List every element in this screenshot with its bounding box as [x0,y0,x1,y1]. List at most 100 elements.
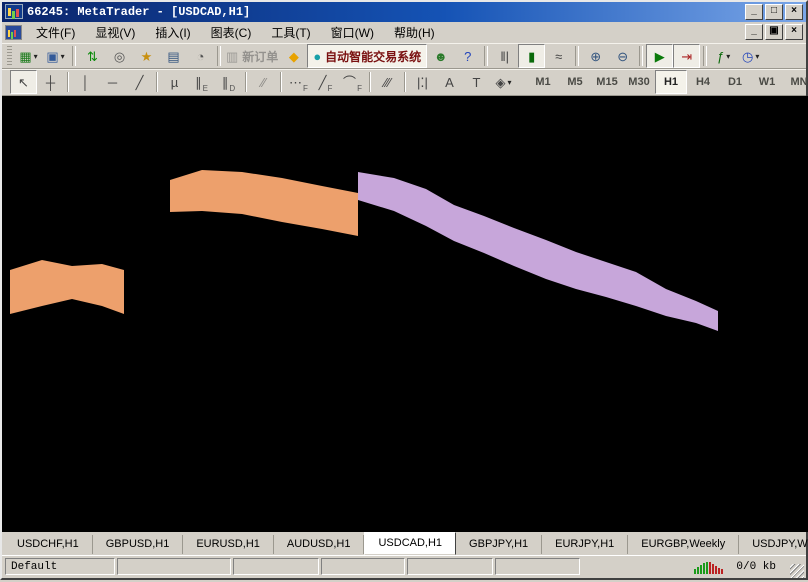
market-watch-button[interactable]: ⇅ [79,44,106,68]
text-button[interactable]: A [436,70,463,94]
expert-properties-icon: ☻ [434,50,448,63]
fibonacci-fan-button[interactable]: ╱F [312,70,339,94]
bar-chart-mode-button[interactable]: ‖| [491,44,518,68]
toolbar-separator [575,46,579,66]
status-profile: Default [5,558,115,575]
chart-tab-gbpjpy-h1[interactable]: GBPJPY,H1 [456,535,542,554]
chart-restore-button[interactable]: ▣ [765,24,783,40]
chart-tab-usdchf-h1[interactable]: USDCHF,H1 [4,535,93,554]
gann-fan-button[interactable]: ⁄⁄ [250,70,277,94]
indicators-list-icon: ƒ [717,50,724,63]
chart-tab-eurgbp-weekly[interactable]: EURGBP,Weekly [628,535,739,554]
chart-tab-eurjpy-h1[interactable]: EURJPY,H1 [542,535,628,554]
timeframe-h1[interactable]: H1 [655,70,687,94]
menu-file[interactable]: 文件(F) [26,22,85,43]
indicators-list-dropdown-icon: ▾ [726,52,730,61]
strategy-tester-icon: ◔ [197,50,205,63]
strategy-tester-button[interactable]: ◔ [187,44,214,68]
toolbar-separator [703,46,707,66]
andrews-pitchfork-button[interactable]: ⁄⁄⁄ [374,70,401,94]
periods-dropdown-icon: ▾ [755,52,759,61]
terminal-icon: ▤ [167,50,179,63]
horizontal-line-button[interactable]: ─ [99,70,126,94]
navigator-button[interactable]: ★ [133,44,160,68]
trendline-button[interactable]: ╱ [126,70,153,94]
title-bar[interactable]: 66245: MetaTrader - [USDCAD,H1] _□× [2,2,806,22]
price-chart-canvas[interactable] [2,96,808,532]
toolbar-grip[interactable] [7,46,12,66]
menu-items: 文件(F)显视(V)插入(I)图表(C)工具(T)窗口(W)帮助(H) [26,22,743,43]
timeframe-mn[interactable]: MN [783,70,808,94]
menu-window[interactable]: 窗口(W) [321,22,384,43]
timeframe-m30[interactable]: M30 [623,70,655,94]
menu-insert[interactable]: 插入(I) [145,22,200,43]
profiles-button[interactable]: ▣▾ [42,44,69,68]
terminal-button[interactable]: ▤ [160,44,187,68]
menu-help[interactable]: 帮助(H) [384,22,445,43]
chart-tab-gbpusd-h1[interactable]: GBPUSD,H1 [93,535,184,554]
window-close-button[interactable]: × [785,4,803,20]
fibonacci-retracement-button[interactable]: ⋯F [285,70,312,94]
new-order-label: 新订单 [242,48,278,65]
chart-tab-audusd-h1[interactable]: AUDUSD,H1 [274,535,365,554]
chart-tab-eurusd-h1[interactable]: EURUSD,H1 [183,535,274,554]
fibonacci-retracement-icon: ⋯ [289,76,302,89]
vertical-line-icon: │ [81,76,89,89]
zoom-out-button[interactable]: ⊖ [609,44,636,68]
timeframe-w1[interactable]: W1 [751,70,783,94]
line-chart-mode-button[interactable]: ≈ [545,44,572,68]
expert-properties-button[interactable]: ☻ [427,44,454,68]
new-order-icon: ▥ [226,50,238,63]
data-window-button[interactable]: ◎ [106,44,133,68]
toolbar-separator [369,72,371,92]
channel-e-button[interactable]: ∥E [188,70,215,94]
chart-tab-usdjpy-weekly[interactable]: USDJPY,Weekly [739,535,808,554]
zoom-in-button[interactable]: ⊕ [582,44,609,68]
auto-scroll-button[interactable]: ▶ [646,44,673,68]
chart-shift-button[interactable]: ⇥ [673,44,700,68]
timeframe-m15[interactable]: M15 [591,70,623,94]
text-label-icon: T [473,76,481,89]
auto-trading-button[interactable]: ●自动智能交易系统 [307,44,427,68]
trendline-icon: ╱ [136,76,144,89]
chart-area[interactable] [2,96,808,532]
channel-d-button[interactable]: ∥D [215,70,242,94]
fibonacci-arcs-button[interactable]: ⌒F [339,70,366,94]
vertical-line-button[interactable]: │ [72,70,99,94]
menu-tools[interactable]: 工具(T) [261,22,320,43]
window-minimize-button[interactable]: _ [745,4,763,20]
expert-advisors-button[interactable]: ◆ [280,44,307,68]
chart-close-button[interactable]: × [785,24,803,40]
resize-grip[interactable] [790,564,804,578]
indicators-list-button[interactable]: ƒ▾ [710,44,737,68]
cycle-lines-button[interactable]: |⁚| [409,70,436,94]
timeframe-h4[interactable]: H4 [687,70,719,94]
new-order-button[interactable]: ▥ 新订单 [224,44,280,68]
periods-button[interactable]: ◷▾ [737,44,764,68]
arrows-button[interactable]: ◈▾ [490,70,517,94]
help-topics-button[interactable]: ? [454,44,481,68]
timeframe-d1[interactable]: D1 [719,70,751,94]
chart-minimize-button[interactable]: _ [745,24,763,40]
menu-view[interactable]: 显视(V) [85,22,145,43]
text-label-button[interactable]: T [463,70,490,94]
timeframe-m1[interactable]: M1 [527,70,559,94]
zoom-in-icon: ⊕ [590,50,601,63]
cursor-button[interactable]: ↖ [10,70,37,94]
zoom-out-icon: ⊖ [617,50,628,63]
equidistant-channel-button[interactable]: µ [161,70,188,94]
gann-fan-icon: ⁄⁄ [261,76,265,89]
status-bar: Default0/0 kb [2,555,806,578]
navigator-icon: ★ [141,50,153,63]
new-chart-button[interactable]: ▦▾ [15,44,42,68]
auto-trading-icon: ● [313,50,321,63]
crosshair-button[interactable]: ┼ [37,70,64,94]
timeframe-m5[interactable]: M5 [559,70,591,94]
candlestick-mode-button[interactable]: ▮ [518,44,545,68]
app-icon [5,4,23,19]
chart-tab-usdcad-h1[interactable]: USDCAD,H1 [364,532,456,555]
bar-chart-mode-icon: ‖| [500,50,509,63]
menu-charts[interactable]: 图表(C) [201,22,262,43]
new-chart-dropdown-icon: ▾ [34,52,38,61]
window-maximize-button[interactable]: □ [765,4,783,20]
